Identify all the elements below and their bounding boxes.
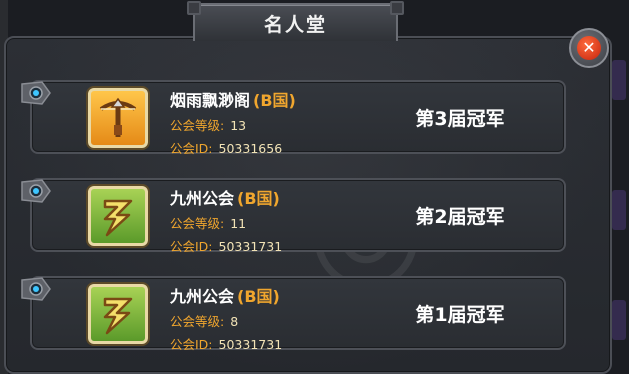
guild-name-line: 九州公会 (B国) <box>170 185 282 209</box>
tab-rivet <box>390 1 404 15</box>
tab-rivet <box>187 1 201 15</box>
crossbow-icon <box>88 88 148 148</box>
guild-id-line: 公会ID: 50331656 <box>170 138 296 157</box>
guild-name-line: 烟雨飘渺阁 (B国) <box>170 87 296 111</box>
guild-level-label: 公会等级: <box>170 314 225 329</box>
guild-id-line: 公会ID: 50331731 <box>170 236 282 255</box>
close-button[interactable]: ✕ <box>569 28 609 68</box>
guild-id-label: 公会ID: <box>170 141 213 156</box>
guild-id-value: 50331656 <box>218 141 283 156</box>
lightning-icon <box>88 186 148 246</box>
guild-info: 九州公会 (B国) 公会等级: 8 公会ID: 50331731 <box>170 283 282 353</box>
guild-id-value: 50331731 <box>218 337 283 352</box>
background-item-edge <box>612 300 626 340</box>
guild-id-line: 公会ID: 50331731 <box>170 334 282 353</box>
hall-entry-row: 烟雨飘渺阁 (B国) 公会等级: 13 公会ID: 50331656 第3届冠军 <box>21 80 566 157</box>
guild-info: 烟雨飘渺阁 (B国) 公会等级: 13 公会ID: 50331656 <box>170 87 296 157</box>
guild-id-label: 公会ID: <box>170 337 213 352</box>
guild-name-line: 九州公会 (B国) <box>170 283 282 307</box>
guild-id-value: 50331731 <box>218 239 283 254</box>
guild-info: 九州公会 (B国) 公会等级: 11 公会ID: 50331731 <box>170 185 282 255</box>
guild-id-label: 公会ID: <box>170 239 213 254</box>
guild-country: (B国) <box>253 91 296 110</box>
guild-country: (B国) <box>237 189 280 208</box>
close-icon: ✕ <box>577 36 601 60</box>
background-item-edge <box>612 190 626 230</box>
champion-title: 第3届冠军 <box>415 108 505 130</box>
guild-level-line: 公会等级: 8 <box>170 311 282 330</box>
guild-level-label: 公会等级: <box>170 216 225 231</box>
hall-entry-row: 九州公会 (B国) 公会等级: 8 公会ID: 50331731 第1届冠军 <box>21 276 566 353</box>
gear-eye-icon <box>21 81 51 105</box>
gear-eye-icon <box>21 179 51 203</box>
guild-level-line: 公会等级: 13 <box>170 115 296 134</box>
guild-level-value: 13 <box>230 118 247 133</box>
guild-name: 九州公会 <box>170 287 235 306</box>
guild-level-value: 11 <box>230 216 247 231</box>
lightning-icon <box>88 284 148 344</box>
champion-title: 第1届冠军 <box>415 304 505 326</box>
guild-country: (B国) <box>237 287 280 306</box>
gear-eye-icon <box>21 277 51 301</box>
guild-level-line: 公会等级: 11 <box>170 213 282 232</box>
hall-entry-row: 九州公会 (B国) 公会等级: 11 公会ID: 50331731 第2届冠军 <box>21 178 566 255</box>
champion-title: 第2届冠军 <box>415 206 505 228</box>
guild-level-value: 8 <box>230 314 239 329</box>
guild-level-label: 公会等级: <box>170 118 225 133</box>
guild-name: 九州公会 <box>170 189 235 208</box>
guild-name: 烟雨飘渺阁 <box>170 91 251 110</box>
background-item-edge <box>612 60 626 100</box>
title-tab: 名人堂 <box>187 1 404 41</box>
page-title: 名人堂 <box>263 13 327 36</box>
